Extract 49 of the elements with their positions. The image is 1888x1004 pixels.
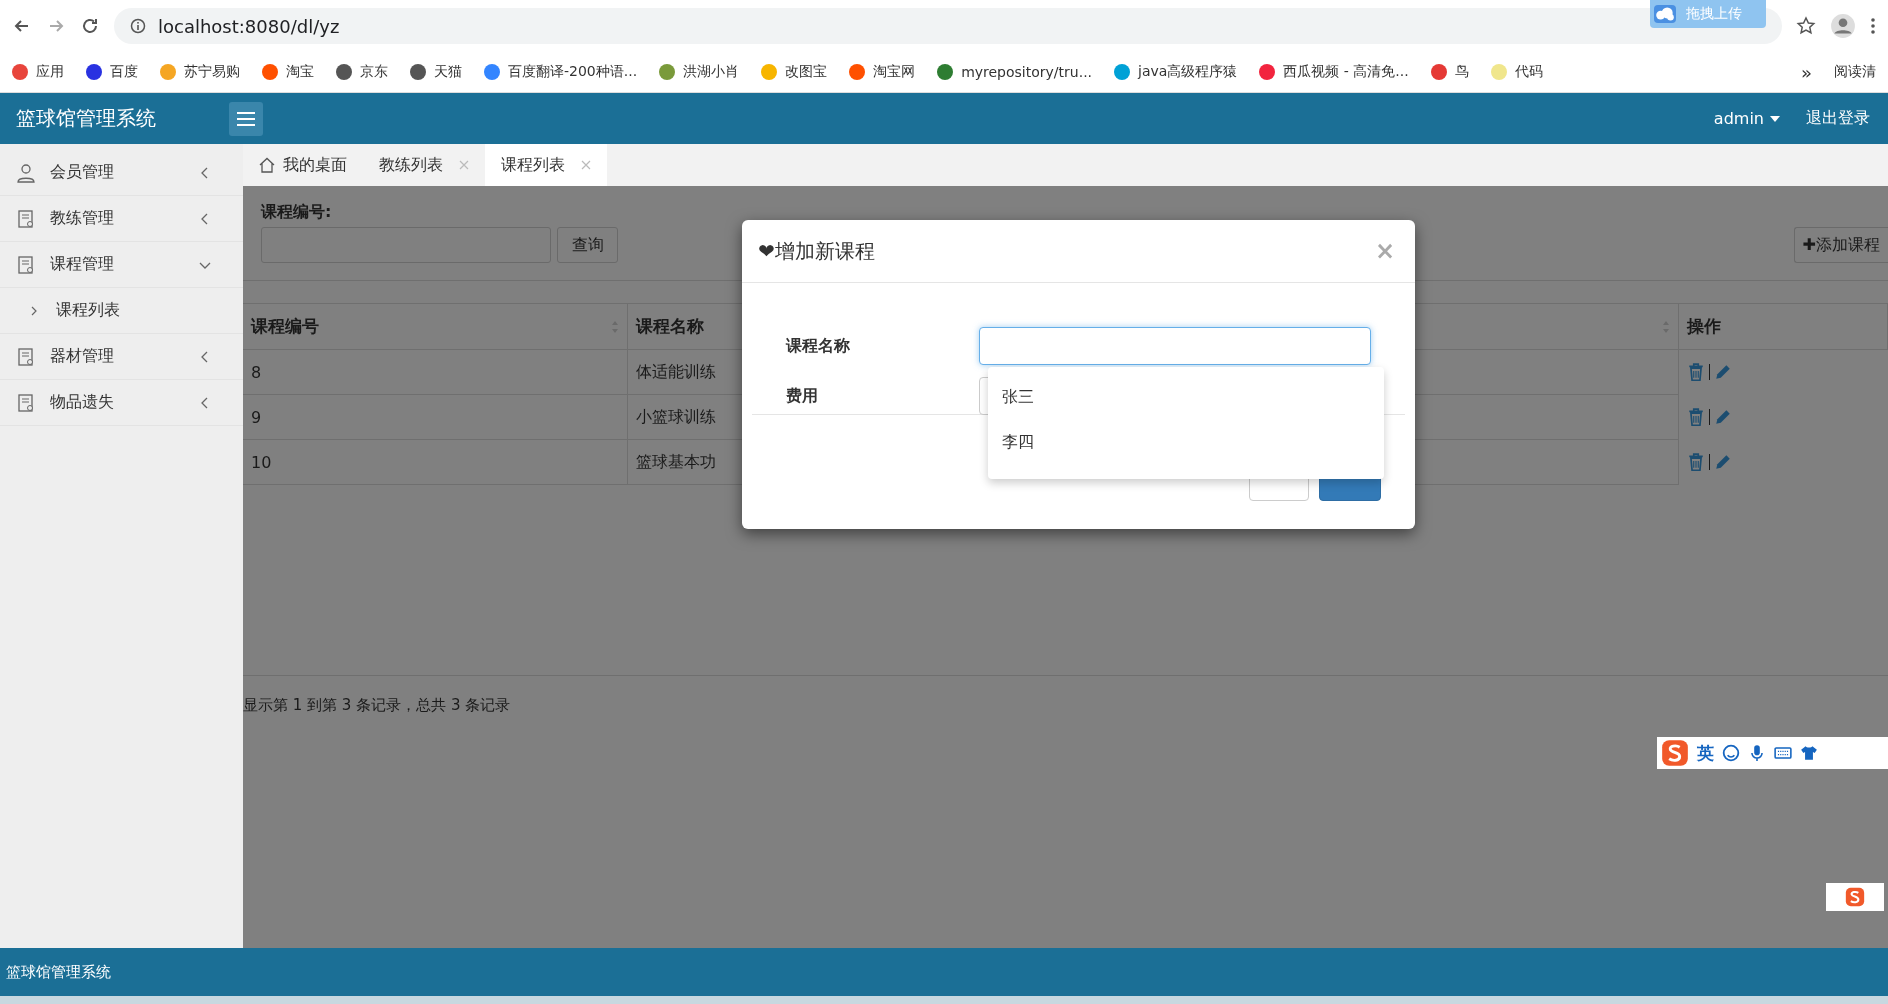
bookmark[interactable]: 苏宁易购 [160, 63, 240, 81]
column-header[interactable]: 课程编号 [243, 303, 628, 350]
sidebar-item[interactable]: 课程管理 [0, 242, 243, 288]
tab[interactable]: 课程列表 [485, 144, 607, 186]
bookmark[interactable]: 改图宝 [761, 63, 828, 81]
sidebar-label: 会员管理 [50, 162, 115, 183]
sidebar-item[interactable]: 教练管理 [0, 196, 243, 242]
tab-label: 我的桌面 [283, 154, 347, 176]
table-cell: 9 [243, 394, 628, 440]
user-menu[interactable]: admin [1713, 109, 1764, 128]
column-header[interactable]: 操作 [1678, 303, 1888, 350]
reading-list[interactable]: 阅读清 [1834, 63, 1876, 81]
bookmark[interactable]: 淘宝网 [849, 63, 916, 81]
sidebar-label: 教练管理 [50, 208, 115, 229]
tab-label: 教练列表 [379, 154, 443, 176]
url-text: localhost:8080/dl/yz [158, 15, 340, 37]
search-label: 课程编号: [261, 202, 333, 223]
bookmark[interactable]: 应用 [12, 63, 64, 81]
sidebar-label: 课程管理 [50, 254, 115, 275]
table-cell: 10 [243, 439, 628, 485]
bookmark[interactable]: java高级程序猿 [1114, 63, 1238, 81]
bookmark[interactable]: 京东 [336, 63, 388, 81]
logout-link[interactable]: 退出登录 [1806, 108, 1870, 129]
tab[interactable]: 我的桌面 [243, 144, 363, 186]
app-title: 篮球馆管理系统 [15, 105, 157, 132]
tab[interactable]: 教练列表 [363, 144, 485, 186]
more-bookmarks[interactable]: » [1801, 61, 1812, 83]
dialog-title: ❤增加新课程 [758, 237, 875, 265]
sidebar-item[interactable]: 器材管理 [0, 334, 243, 380]
bookmark[interactable]: 淘宝 [262, 63, 314, 81]
input-mode[interactable]: 英 [1697, 741, 1714, 765]
sidebar-label: 物品遗失 [50, 392, 115, 413]
table-cell: 8 [243, 349, 628, 395]
bookmark[interactable]: 鸟 [1430, 63, 1469, 81]
add-course-button[interactable]: ✚添加课程 [1793, 227, 1888, 263]
tab-label: 课程列表 [501, 154, 565, 176]
footer-text: 篮球馆管理系统 [6, 962, 111, 982]
search-button[interactable]: 查询 [557, 227, 618, 263]
bookmark[interactable]: 百度翻译-200种语... [484, 63, 638, 81]
bookmark[interactable]: 洪湖小肖 [659, 63, 740, 81]
sidebar-item[interactable]: 物品遗失 [0, 380, 243, 426]
bookmark[interactable]: myrepository/tru... [937, 64, 1093, 80]
pagination-info: 显示第 1 到第 3 条记录，总共 3 条记录 [243, 675, 1888, 715]
sidebar-label: 器材管理 [50, 346, 115, 367]
bookmark[interactable]: 代码 [1490, 63, 1543, 81]
bookmark[interactable]: 西瓜视频 - 高清免... [1259, 63, 1409, 81]
bookmark[interactable]: 天猫 [410, 63, 462, 81]
bookmark[interactable]: 百度 [86, 63, 138, 81]
subitem-label: 课程列表 [56, 300, 120, 321]
